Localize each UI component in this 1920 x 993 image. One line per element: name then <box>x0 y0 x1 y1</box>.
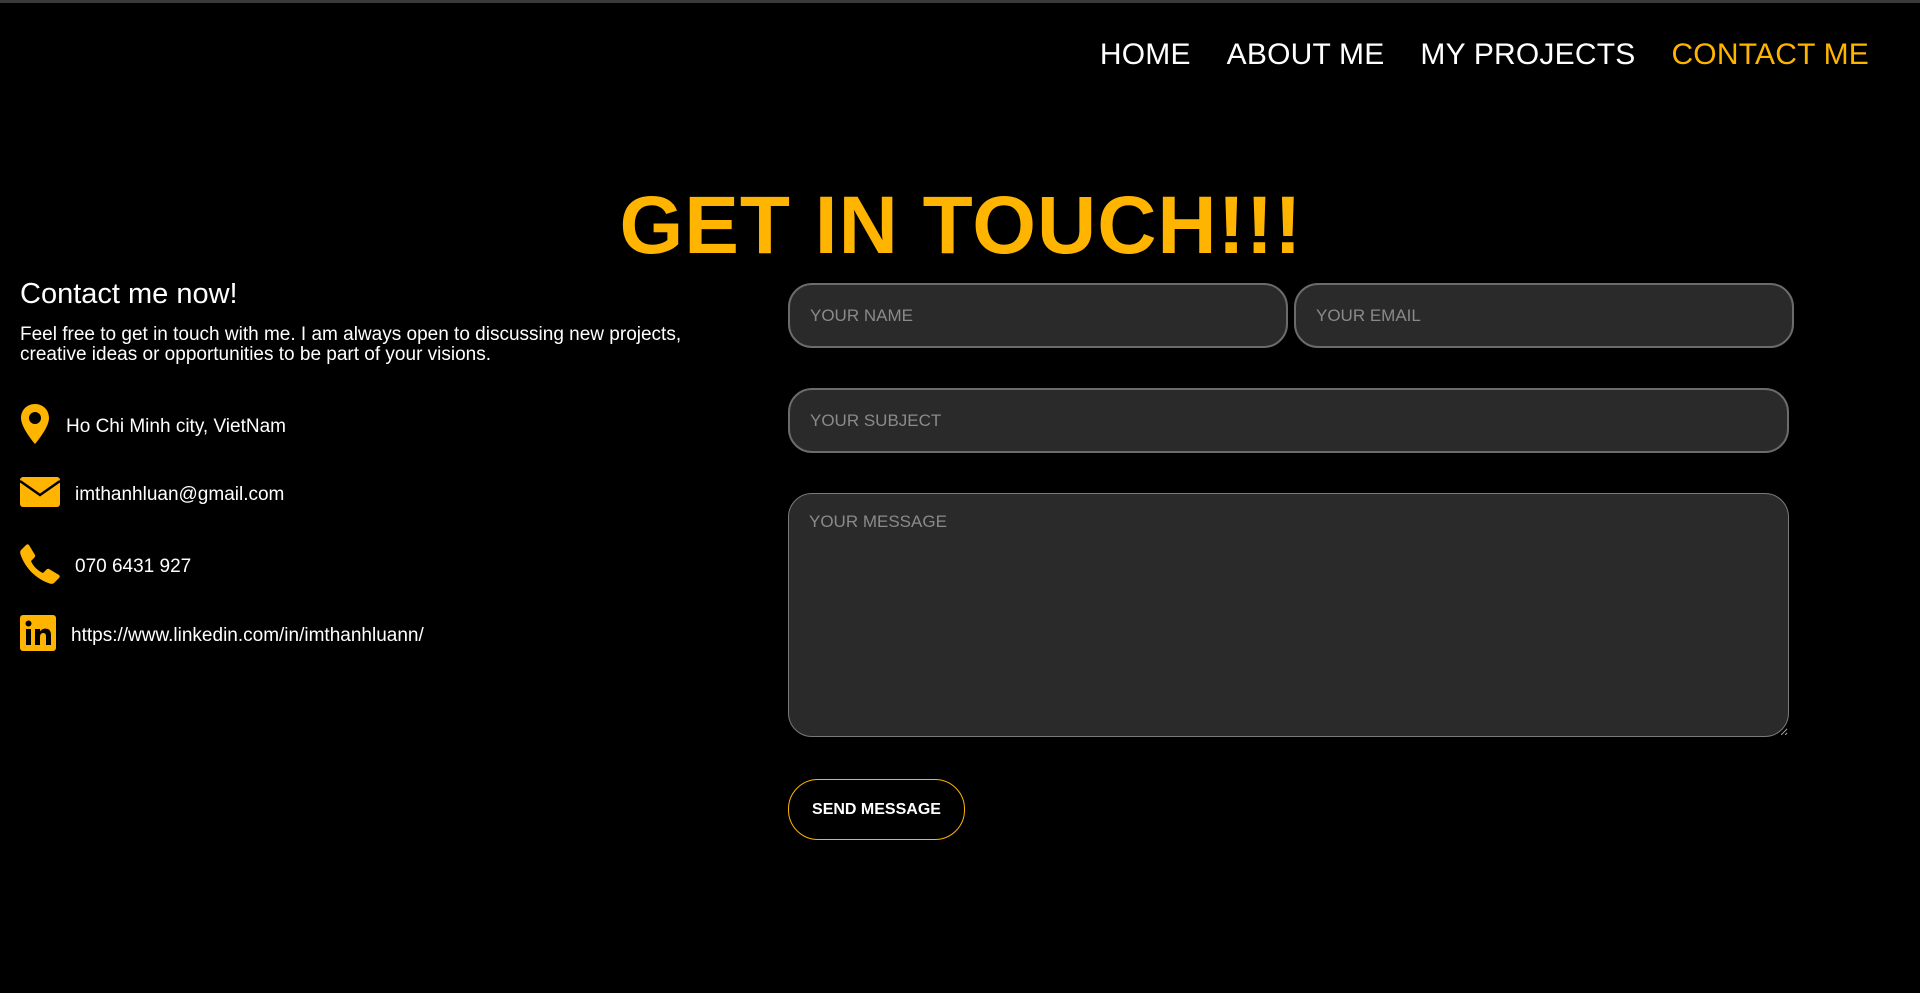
nav-my-projects[interactable]: MY PROJECTS <box>1420 38 1635 72</box>
email-text[interactable]: imthanhluan@gmail.com <box>75 484 284 506</box>
envelope-icon <box>19 477 61 513</box>
nav-home[interactable]: HOME <box>1100 38 1191 72</box>
linkedin-link[interactable]: https://www.linkedin.com/in/imthanhluann… <box>71 625 424 647</box>
location-text: Ho Chi Minh city, VietNam <box>66 416 286 437</box>
page-title: GET IN TOUCH!!! <box>619 179 1303 271</box>
name-input[interactable] <box>788 283 1288 348</box>
main-nav: HOME ABOUT ME MY PROJECTS CONTACT ME <box>1100 38 1869 72</box>
subject-input[interactable] <box>788 388 1789 453</box>
email-input[interactable] <box>1294 283 1794 348</box>
contact-description: Feel free to get in touch with me. I am … <box>20 324 682 365</box>
send-message-button[interactable]: SEND MESSAGE <box>788 779 965 840</box>
nav-about-me[interactable]: ABOUT ME <box>1227 38 1385 72</box>
top-border <box>0 0 1920 3</box>
map-pin-icon <box>20 403 50 451</box>
email-row: imthanhluan@gmail.com <box>19 477 284 513</box>
phone-text[interactable]: 070 6431 927 <box>75 556 191 578</box>
location-row: Ho Chi Minh city, VietNam <box>20 403 286 451</box>
phone-icon <box>20 544 60 590</box>
linkedin-icon <box>20 615 56 657</box>
contact-heading: Contact me now! <box>20 278 238 310</box>
phone-row: 070 6431 927 <box>20 544 191 590</box>
contact-info-panel: Contact me now! Feel free to get in touc… <box>20 278 740 365</box>
message-textarea[interactable] <box>788 493 1789 737</box>
linkedin-row: https://www.linkedin.com/in/imthanhluann… <box>20 615 424 657</box>
nav-contact-me[interactable]: CONTACT ME <box>1671 38 1869 72</box>
